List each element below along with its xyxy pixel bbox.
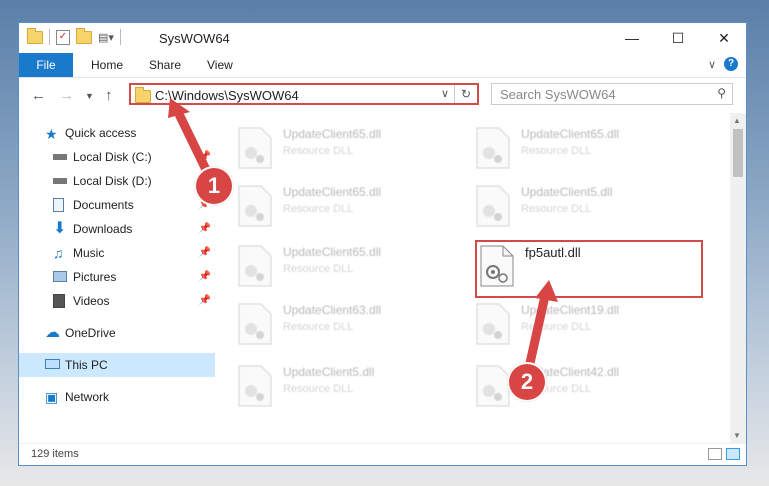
annotation-overlay (168, 98, 558, 377)
callout-2: 2 (507, 362, 547, 402)
arrow-2 (523, 291, 550, 377)
callout-1: 1 (194, 166, 234, 206)
arrow-2-head (535, 280, 558, 302)
arrow-1-head (168, 98, 190, 118)
